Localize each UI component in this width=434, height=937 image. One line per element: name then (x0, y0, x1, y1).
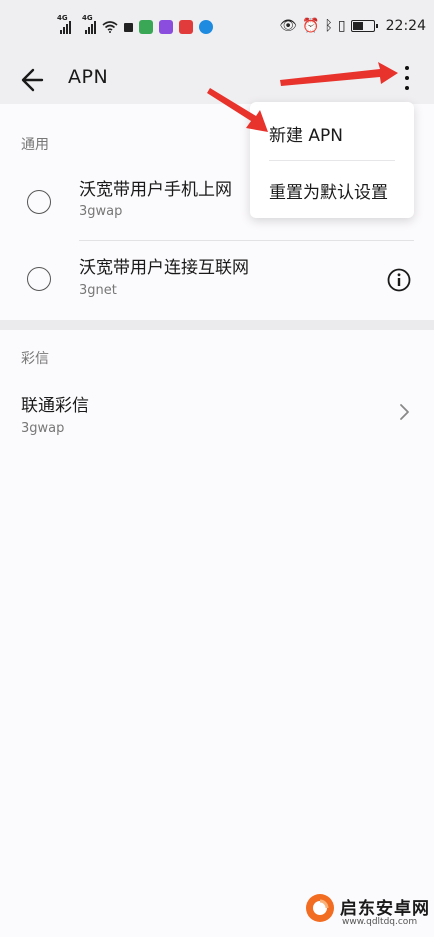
section-divider (0, 320, 434, 330)
menu-item-reset-default[interactable]: 重置为默认设置 (269, 178, 388, 203)
more-vertical-icon[interactable] (398, 62, 416, 96)
bluetooth-icon: ᛒ (324, 18, 333, 34)
item-title: 沃宽带用户手机上网 (79, 180, 232, 200)
app-notification-icon (179, 20, 193, 34)
watermark-url: www.qdltdq.com (342, 917, 418, 927)
chevron-right-icon (400, 404, 409, 420)
status-bar: 4G 4G 👁 ⏰ ᛒ ▯ 22:24 (0, 0, 434, 56)
divider (79, 240, 414, 241)
wifi-icon (102, 21, 118, 33)
item-title: 联通彩信 (21, 396, 89, 416)
status-left-icons: 4G 4G (57, 14, 213, 34)
page-title: APN (68, 66, 109, 88)
arrow-left-icon[interactable] (18, 64, 50, 96)
item-subtitle: 3gnet (79, 283, 117, 298)
signal-icon: 4G (82, 14, 96, 34)
section-header-mms: 彩信 (21, 351, 49, 367)
menu-item-new-apn[interactable]: 新建 APN (269, 121, 343, 146)
battery-icon (350, 20, 378, 32)
item-subtitle: 3gwap (79, 204, 123, 219)
status-right-icons: 👁 ⏰ ᛒ ▯ 22:24 (279, 18, 426, 34)
radio-button[interactable] (27, 267, 51, 291)
app-notification-icon (199, 20, 213, 34)
alarm-icon: ⏰ (302, 18, 320, 34)
app-toolbar: APN (0, 56, 434, 104)
info-circle-icon[interactable] (387, 268, 411, 292)
list-item[interactable]: 联通彩信 3gwap (0, 378, 434, 448)
item-subtitle: 3gwap (21, 421, 65, 436)
apn-list: 通用 沃宽带用户手机上网 3gwap 沃宽带用户连接互联网 3gnet 彩信 联… (0, 104, 434, 937)
menu-divider (269, 160, 395, 161)
signal-icon: 4G (57, 14, 71, 34)
item-title: 沃宽带用户连接互联网 (79, 258, 249, 278)
app-notification-icon (124, 22, 133, 32)
radio-button[interactable] (27, 190, 51, 214)
list-item[interactable]: 沃宽带用户连接互联网 3gnet (0, 242, 434, 318)
section-header-general: 通用 (21, 137, 49, 153)
watermark-name: 启东安卓网 (340, 899, 430, 919)
vibrate-icon: ▯ (337, 18, 346, 34)
overflow-menu: 新建 APN 重置为默认设置 (250, 102, 414, 218)
app-notification-icon (159, 20, 173, 34)
watermark-logo-icon (306, 894, 334, 922)
app-notification-icon (139, 20, 153, 34)
eye-icon: 👁 (279, 18, 298, 34)
status-time: 22:24 (385, 18, 426, 34)
